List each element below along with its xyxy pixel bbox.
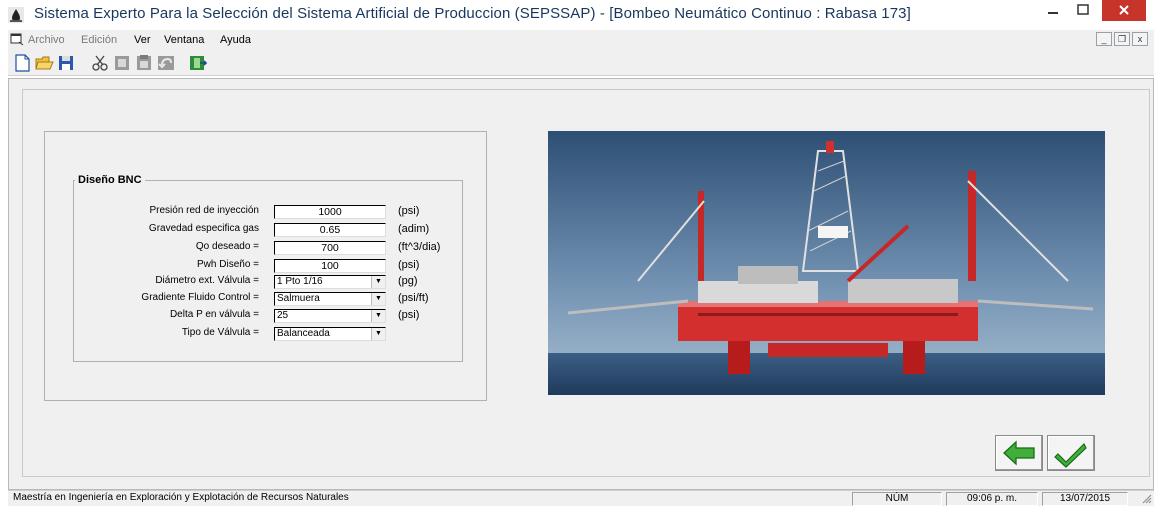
menu-bar: Archivo Edición Ver Ventana Ayuda _ ❐ x bbox=[8, 30, 1154, 50]
mdi-window-controls: _ ❐ x bbox=[1096, 32, 1148, 46]
presion-red-input[interactable]: 1000 bbox=[274, 205, 386, 219]
mdi-close-button[interactable]: x bbox=[1132, 32, 1148, 46]
menu-ver[interactable]: Ver bbox=[134, 34, 151, 46]
field-label: Gradiente Fluido Control = bbox=[141, 292, 259, 303]
open-folder-icon[interactable] bbox=[34, 53, 54, 73]
delta-p-select[interactable]: 25 ▼ bbox=[274, 309, 386, 323]
back-arrow-icon bbox=[1003, 440, 1035, 466]
cut-icon[interactable] bbox=[90, 53, 110, 73]
select-value: 25 bbox=[277, 310, 289, 321]
close-button[interactable] bbox=[1102, 0, 1146, 21]
exit-icon[interactable] bbox=[188, 53, 208, 73]
chevron-down-icon[interactable]: ▼ bbox=[371, 276, 385, 288]
save-icon[interactable] bbox=[56, 53, 76, 73]
title-bar: Sistema Experto Para la Selección del Si… bbox=[0, 0, 1162, 28]
confirm-button[interactable] bbox=[1047, 435, 1095, 471]
field-label: Pwh Diseño = bbox=[197, 259, 259, 270]
offshore-drilling-platform-image bbox=[548, 131, 1105, 395]
select-value: Salmuera bbox=[277, 293, 320, 304]
status-bar: Maestría en Ingeniería en Exploración y … bbox=[8, 490, 1154, 506]
field-unit: (ft^3/dia) bbox=[398, 241, 441, 253]
checkmark-icon bbox=[1054, 442, 1087, 468]
field-unit: (psi/ft) bbox=[398, 292, 429, 304]
tipo-valvula-select[interactable]: Balanceada ▼ bbox=[274, 327, 386, 341]
field-label: Qo deseado = bbox=[195, 241, 259, 252]
field-label: Diámetro ext. Válvula = bbox=[155, 275, 259, 286]
chevron-down-icon[interactable]: ▼ bbox=[371, 293, 385, 305]
undo-icon[interactable] bbox=[156, 53, 176, 73]
client-area: Diseño BNC Presión red de inyección 1000… bbox=[8, 78, 1154, 490]
gradiente-fluido-select[interactable]: Salmuera ▼ bbox=[274, 292, 386, 306]
field-label: Delta P en válvula = bbox=[169, 309, 259, 320]
group-title: Diseño BNC bbox=[75, 174, 145, 186]
mdi-child-icon[interactable] bbox=[10, 33, 24, 49]
mdi-minimize-button[interactable]: _ bbox=[1096, 32, 1112, 46]
field-label: Gravedad especifica gas bbox=[148, 223, 259, 234]
resize-grip-icon[interactable] bbox=[1142, 494, 1152, 504]
field-label: Tipo de Válvula = bbox=[181, 327, 259, 338]
field-unit: (psi) bbox=[398, 259, 420, 271]
chevron-down-icon[interactable]: ▼ bbox=[371, 310, 385, 322]
oil-drop-icon[interactable] bbox=[8, 7, 24, 23]
select-value: 1 Pto 1/16 bbox=[277, 276, 323, 287]
field-unit: (pg) bbox=[398, 275, 418, 287]
field-unit: (adim) bbox=[398, 223, 430, 235]
new-icon[interactable] bbox=[12, 53, 32, 73]
menu-edicion[interactable]: Edición bbox=[81, 34, 117, 46]
diametro-valvula-select[interactable]: 1 Pto 1/16 ▼ bbox=[274, 275, 386, 289]
status-time: 09:06 p. m. bbox=[946, 492, 1038, 506]
field-unit: (psi) bbox=[398, 309, 420, 321]
menu-ayuda[interactable]: Ayuda bbox=[220, 34, 251, 46]
select-value: Balanceada bbox=[277, 328, 330, 339]
pwh-diseno-input[interactable]: 100 bbox=[274, 259, 386, 273]
menu-ventana[interactable]: Ventana bbox=[164, 34, 204, 46]
qo-deseado-input[interactable]: 700 bbox=[274, 241, 386, 255]
minimize-button[interactable] bbox=[1040, 0, 1066, 22]
toolbar bbox=[8, 50, 1154, 76]
copy-icon[interactable] bbox=[112, 53, 132, 73]
chevron-down-icon[interactable]: ▼ bbox=[371, 328, 385, 340]
status-num: NÚM bbox=[852, 492, 942, 506]
back-button[interactable] bbox=[995, 435, 1043, 471]
field-unit: (psi) bbox=[398, 205, 420, 217]
window-title: Sistema Experto Para la Selección del Si… bbox=[34, 5, 911, 22]
gravedad-gas-input[interactable]: 0.65 bbox=[274, 223, 386, 237]
status-message: Maestría en Ingeniería en Exploración y … bbox=[13, 492, 349, 503]
field-label: Presión red de inyección bbox=[149, 205, 259, 216]
status-date: 13/07/2015 bbox=[1042, 492, 1128, 506]
maximize-button[interactable] bbox=[1070, 0, 1096, 22]
menu-archivo[interactable]: Archivo bbox=[28, 34, 65, 46]
paste-icon[interactable] bbox=[134, 53, 154, 73]
mdi-restore-button[interactable]: ❐ bbox=[1114, 32, 1130, 46]
